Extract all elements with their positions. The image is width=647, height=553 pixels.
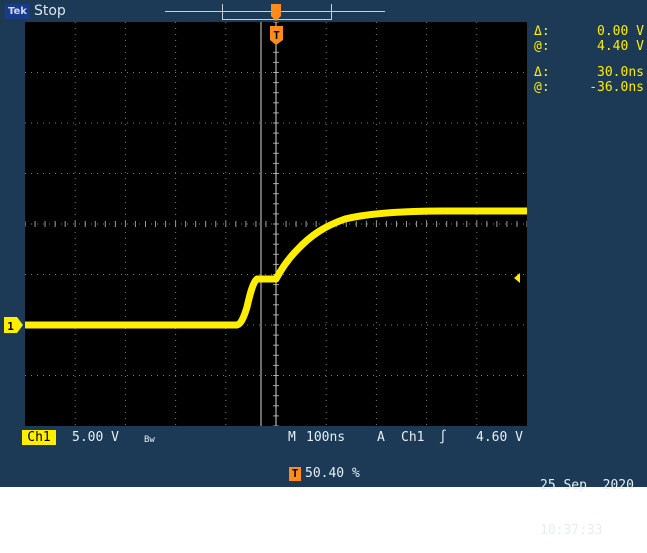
ch1-marker-label: 1 [7,320,14,333]
at-v-value: 4.40 V [597,39,644,54]
readout-delta-v: Δ: 0.00 V [534,24,644,39]
timebase-mode: M [288,430,296,445]
cursor-readouts: Δ: 0.00 V @: 4.40 V Δ: 30.0ns @: -36.0ns [534,24,644,95]
ch1-scale: 5.00 V [72,430,119,445]
trigger-type: A [377,430,385,445]
delta-v-value: 0.00 V [597,24,644,39]
at-t-value: -36.0ns [589,80,644,95]
readout-at-v: @: 4.40 V [534,39,644,54]
settings-bar: Ch1 5.00 V Bw M 100ns A Ch1 ∫ 4.60 V [22,430,532,446]
trigger-badge: T [289,467,301,481]
bandwidth-limit-icon: Bw [144,435,155,445]
trigger-t-label: T [273,29,280,42]
trigger-position-marker[interactable] [271,4,281,21]
delta-symbol: Δ: [534,65,550,80]
time-label: 10:37:33 [540,523,603,538]
trigger-slope-icon: ∫ [439,430,447,445]
at-symbol: @: [534,39,550,54]
trigger-source: Ch1 [401,430,425,445]
trigger-position-value: 50.40 % [305,466,360,481]
trigger-position-readout: T 50.40 % [289,466,360,482]
trigger-level-marker[interactable] [514,273,520,283]
delta-symbol: Δ: [534,24,550,39]
date-label: 25 Sep 2020 [540,478,634,493]
timebase-scale: 100ns [306,430,346,445]
timestamp: 25 Sep 2020 10:37:33 [540,448,634,553]
readout-delta-t: Δ: 30.0ns [534,65,644,80]
ch1-tag[interactable]: Ch1 [22,430,56,445]
at-symbol: @: [534,80,550,95]
delta-t-value: 30.0ns [597,65,644,80]
readout-at-t: @: -36.0ns [534,80,644,95]
trigger-level: 4.60 V [476,430,523,445]
